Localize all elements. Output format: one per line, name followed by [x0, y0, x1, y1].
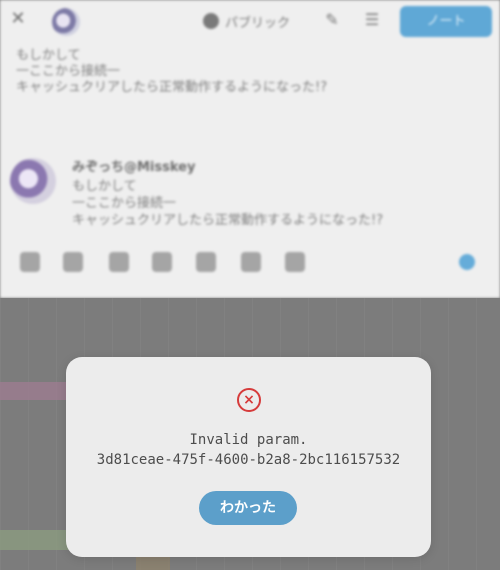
preview-toggle-icon[interactable] — [459, 254, 475, 270]
background-strip — [0, 530, 70, 550]
mention-icon[interactable] — [152, 252, 172, 272]
preview-name: みぞっち@Misskey — [72, 160, 196, 175]
link-icon[interactable] — [241, 252, 261, 272]
screen: ✕ パブリック ✎ ☰ ノート もしかして 一ここから接続一 キャッシュクリアし… — [0, 0, 500, 570]
preview-text: もしかして 一ここから接続一 キャッシュクリアしたら正常動作するようになった!? — [72, 179, 384, 228]
visibility-label: パブリック — [225, 15, 291, 31]
composer-panel: ✕ パブリック ✎ ☰ ノート もしかして 一ここから接続一 キャッシュクリアし… — [0, 0, 500, 298]
visibility-selector[interactable]: パブリック — [203, 10, 290, 32]
background-image-fragment — [136, 556, 170, 570]
background-strip — [0, 382, 70, 400]
post-button[interactable]: ノート — [400, 6, 492, 37]
hashtag-icon[interactable] — [196, 252, 216, 272]
post-button-label: ノート — [426, 14, 466, 29]
chart-icon[interactable] — [63, 252, 83, 272]
note-preview: みぞっち@Misskey もしかして 一ここから接続一 キャッシュクリアしたら正… — [8, 148, 492, 238]
preview-avatar — [10, 158, 56, 204]
emoji-icon[interactable] — [285, 252, 305, 272]
error-icon: × — [237, 388, 261, 412]
globe-icon — [203, 13, 219, 29]
image-icon[interactable] — [20, 252, 40, 272]
composer-toolbar — [0, 248, 500, 278]
error-message: Invalid param. 3d81ceae-475f-4600-b2a8-2… — [96, 432, 401, 468]
draft-text[interactable]: もしかして 一ここから接続一 キャッシュクリアしたら正常動作するようになった!? — [16, 48, 486, 96]
people-icon[interactable] — [109, 252, 129, 272]
account-avatar[interactable] — [52, 8, 80, 36]
composer-header: ✕ パブリック ✎ ☰ ノート — [0, 0, 500, 44]
list-icon[interactable]: ☰ — [362, 10, 382, 30]
error-dialog: × Invalid param. 3d81ceae-475f-4600-b2a8… — [66, 357, 431, 557]
ok-button[interactable]: わかった — [199, 491, 297, 525]
pen-icon[interactable]: ✎ — [322, 10, 342, 30]
close-icon[interactable]: ✕ — [8, 8, 28, 30]
